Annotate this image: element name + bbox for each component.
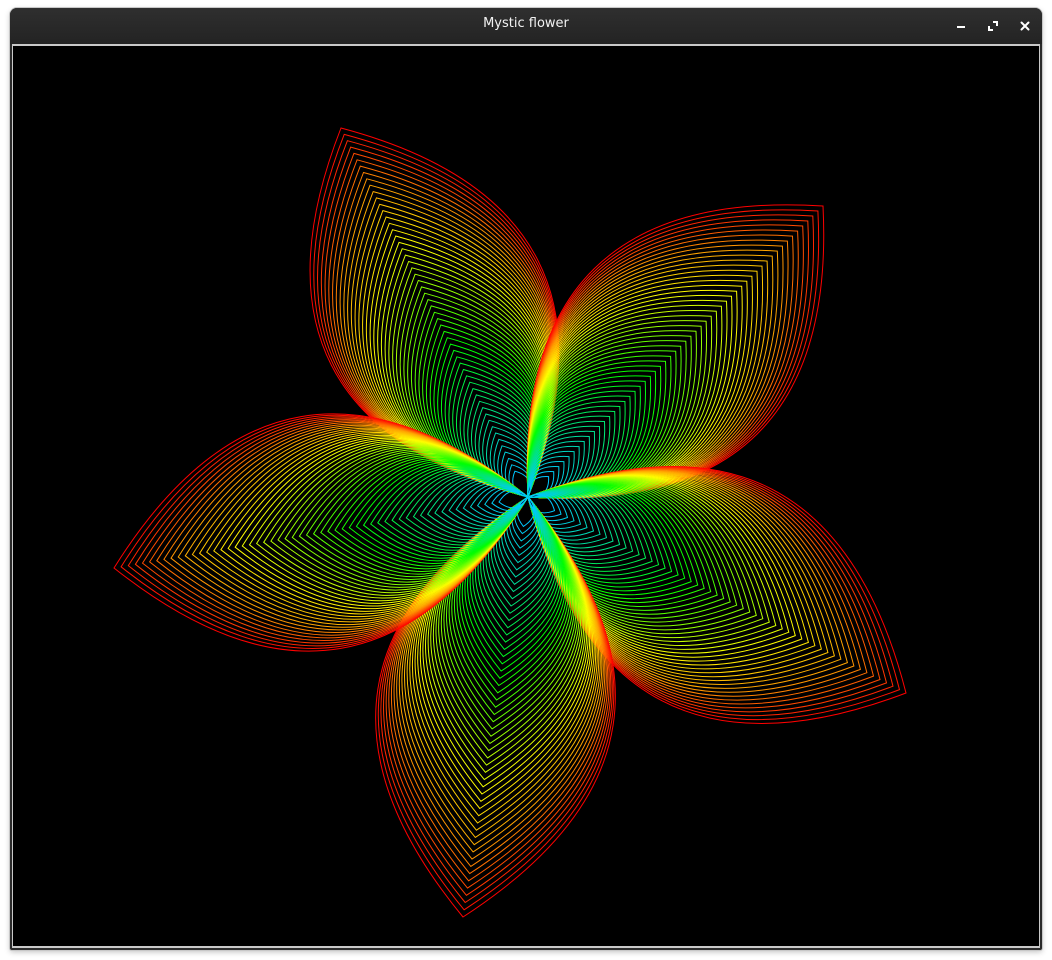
drawing-canvas — [13, 46, 1039, 946]
flower-petal — [526, 204, 825, 499]
maximize-button[interactable] — [983, 16, 1003, 36]
canvas-frame — [12, 44, 1040, 948]
flower-petal — [113, 413, 529, 652]
title-bar[interactable]: Mystic flower — [10, 8, 1042, 44]
mystic-flower-drawing — [113, 127, 907, 918]
petal-outline — [526, 269, 759, 499]
petal-outline — [206, 431, 529, 618]
maximize-icon — [987, 20, 999, 32]
flower-petal — [375, 496, 616, 918]
window-title: Mystic flower — [483, 16, 569, 31]
minimize-icon — [955, 20, 967, 32]
minimize-button[interactable] — [951, 16, 971, 36]
petal-outline — [419, 496, 591, 795]
petal-outline — [526, 229, 799, 499]
close-button[interactable] — [1015, 16, 1035, 36]
app-window: Mystic flower — [10, 8, 1042, 950]
close-icon — [1019, 20, 1031, 32]
